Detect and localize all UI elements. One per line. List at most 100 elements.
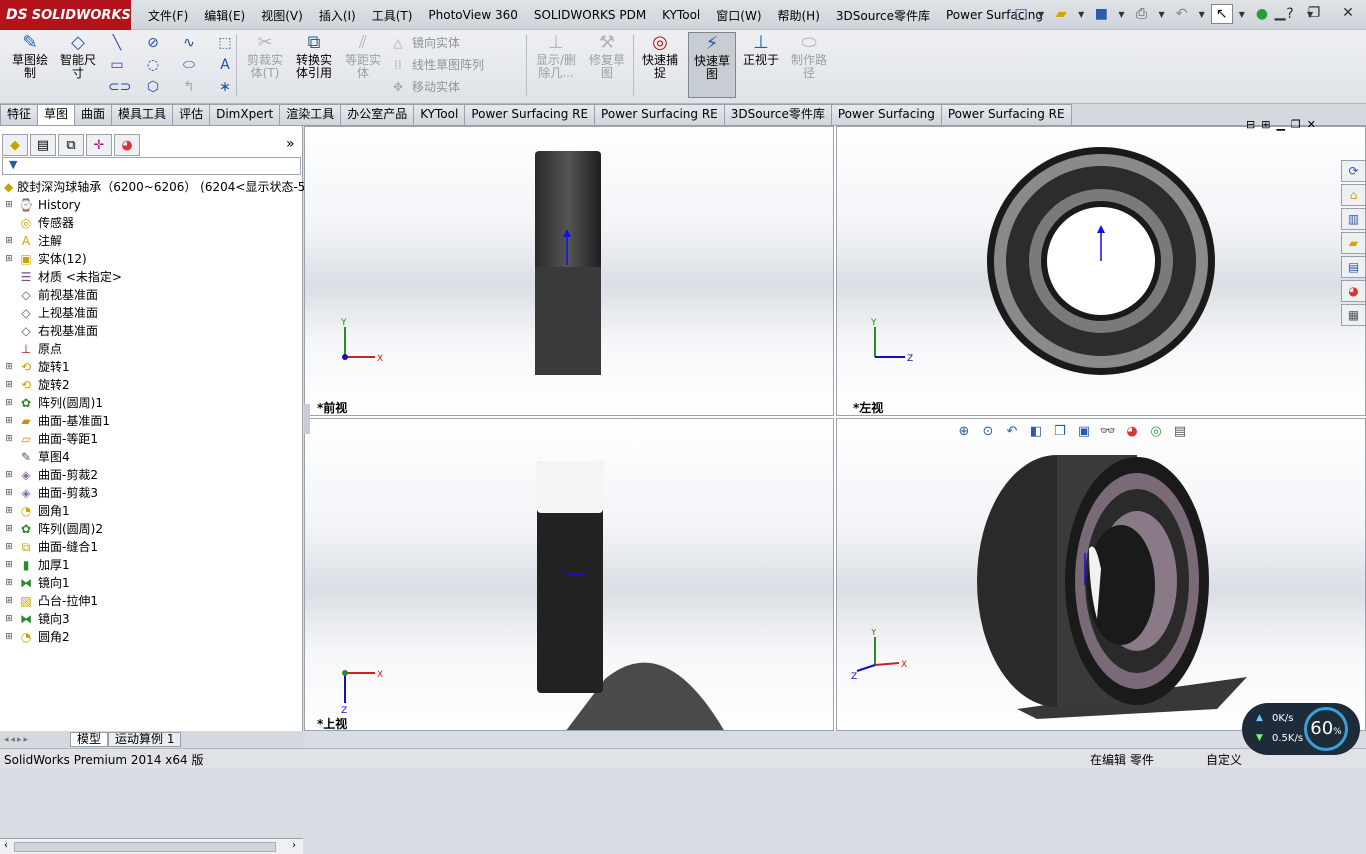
tab-motion-study[interactable]: 运动算例 1 <box>108 732 182 747</box>
expand-icon[interactable]: ⊞ <box>4 592 14 610</box>
menu-window[interactable]: 窗口(W) <box>708 7 769 24</box>
make-path-button[interactable]: ⬭ 制作路径 <box>787 32 831 98</box>
tree-item[interactable]: ⊞ ⌚ History <box>0 196 303 214</box>
line-icon[interactable]: ╲ <box>108 34 126 52</box>
feature-manager-tab-icon[interactable]: ◆ <box>2 134 28 156</box>
tab-power-surfacing-re-1[interactable]: Power Surfacing RE <box>464 104 596 125</box>
tree-item[interactable]: ⊞ ⧉ 曲面-缝合1 <box>0 538 303 556</box>
move-entities-button[interactable]: ✥ 移动实体 <box>390 78 460 95</box>
tile-horizontal-icon[interactable]: ⊟ <box>1246 118 1255 131</box>
chevron-down-icon[interactable]: ▼ <box>1038 10 1044 19</box>
scroll-thumb[interactable] <box>14 842 276 852</box>
solidworks-logo[interactable]: DS SOLIDWORKS <box>0 0 131 30</box>
tab-office-products[interactable]: 办公室产品 <box>340 104 415 125</box>
tree-item[interactable]: ⊞ ◈ 曲面-剪裁3 <box>0 484 303 502</box>
rapid-sketch-button[interactable]: ⚡ 快速草图 <box>688 32 736 98</box>
tree-item[interactable]: ⊥ 原点 <box>0 340 303 358</box>
zoom-to-fit-icon[interactable]: ⊕ <box>955 423 973 441</box>
network-speed-widget[interactable]: ▲ 0K/s ▼ 0.5K/s 60% <box>1242 703 1360 755</box>
plane-sketch-icon[interactable]: ∗ <box>216 78 234 96</box>
tree-item[interactable]: ⊞ ⧓ 镜向1 <box>0 574 303 592</box>
dimxpert-manager-tab-icon[interactable]: ✛ <box>86 134 112 156</box>
view-orientation-icon[interactable]: ❒ <box>1051 423 1069 441</box>
tab-3dsource[interactable]: 3DSource零件库 <box>723 104 832 125</box>
property-manager-tab-icon[interactable]: ▤ <box>30 134 56 156</box>
file-explorer-icon[interactable]: ▰ <box>1341 232 1366 254</box>
ellipse-icon[interactable]: ⬭ <box>180 56 198 74</box>
sketch-button[interactable]: ✎ 草图绘制 <box>8 32 52 98</box>
tab-sketch[interactable]: 草图 <box>37 104 76 125</box>
solidworks-resources-icon[interactable]: ⟳ <box>1341 160 1366 182</box>
pane-splitter-handle[interactable] <box>304 404 310 434</box>
menu-photoview[interactable]: PhotoView 360 <box>420 8 525 22</box>
menu-file[interactable]: 文件(F) <box>140 7 196 24</box>
tree-item[interactable]: ◇ 右视基准面 <box>0 322 303 340</box>
select-pointer-icon[interactable]: ↖ <box>1210 4 1233 24</box>
viewport-front[interactable]: Y X *前视 <box>304 126 834 416</box>
smart-dimension-button[interactable]: ◇ 智能尺寸 <box>56 32 100 98</box>
tab-model[interactable]: 模型 <box>70 732 109 747</box>
menu-pdm[interactable]: SOLIDWORKS PDM <box>526 8 654 22</box>
view-palette-icon[interactable]: ▤ <box>1341 256 1366 278</box>
menu-tools[interactable]: 工具(T) <box>364 7 421 24</box>
minimize-icon[interactable]: ▁ <box>1276 118 1284 131</box>
tab-mold-tools[interactable]: 模具工具 <box>111 104 174 125</box>
tree-item[interactable]: ◇ 上视基准面 <box>0 304 303 322</box>
tree-item[interactable]: ⊞ ⧓ 镜向3 <box>0 610 303 628</box>
quick-snaps-button[interactable]: ◎ 快速捕捉 <box>638 32 682 98</box>
tab-scroll-arrows-icon[interactable]: ◂◂▸▸ <box>0 735 70 745</box>
circle-icon[interactable]: ⊘ <box>144 34 162 52</box>
tab-power-surfacing-re-3[interactable]: Power Surfacing RE <box>940 104 1072 125</box>
polygon-icon[interactable]: ⬡ <box>144 78 162 96</box>
rectangle-icon[interactable]: ▭ <box>108 56 126 74</box>
menu-insert[interactable]: 插入(I) <box>311 7 364 24</box>
chevron-down-icon[interactable]: ▼ <box>1078 10 1084 19</box>
status-units[interactable]: 自定义 <box>1206 751 1242 768</box>
fillet-sketch-icon[interactable]: ↰ <box>180 78 198 96</box>
expand-icon[interactable]: ⊞ <box>4 358 14 376</box>
tree-item[interactable]: ◎ 传感器 <box>0 214 303 232</box>
configuration-manager-tab-icon[interactable]: ⧉ <box>58 134 84 156</box>
tab-power-surfacing-re-2[interactable]: Power Surfacing RE <box>594 104 725 125</box>
zoom-to-area-icon[interactable]: ⊙ <box>979 423 997 441</box>
hide-show-items-icon[interactable]: 👓 <box>1099 423 1117 441</box>
expand-icon[interactable]: ⊞ <box>4 394 14 412</box>
expand-icon[interactable]: ⊞ <box>4 610 14 628</box>
chevron-down-icon[interactable]: ▼ <box>1158 10 1164 19</box>
trim-entities-button[interactable]: ✂ 剪裁实体(T) <box>243 32 287 98</box>
restore-icon[interactable]: ❐ <box>1291 118 1301 131</box>
expand-icon[interactable]: ⊞ <box>4 538 14 556</box>
tab-kytool[interactable]: KYTool <box>413 104 466 125</box>
chevron-down-icon[interactable]: ▼ <box>1199 10 1205 19</box>
new-document-icon[interactable]: □ <box>1010 4 1032 24</box>
tab-render-tools[interactable]: 渲染工具 <box>279 104 342 125</box>
point-icon[interactable]: ⬚ <box>216 34 234 52</box>
tab-features[interactable]: 特征 <box>0 104 39 125</box>
close-icon[interactable]: ✕ <box>1334 4 1362 22</box>
menu-3dsource[interactable]: 3DSource零件库 <box>828 7 938 24</box>
tree-item[interactable]: ⊞ A 注解 <box>0 232 303 250</box>
expand-icon[interactable]: ⊞ <box>4 484 14 502</box>
expand-panel-icon[interactable]: » <box>286 136 295 152</box>
chevron-down-icon[interactable]: ▼ <box>1118 10 1124 19</box>
tab-dimxpert[interactable]: DimXpert <box>209 104 281 125</box>
expand-icon[interactable]: ⊞ <box>4 376 14 394</box>
tree-filter-icon[interactable]: ▼ <box>2 157 301 175</box>
linear-pattern-button[interactable]: ⁞⁞ 线性草图阵列 <box>390 56 484 73</box>
expand-icon[interactable]: ⊞ <box>4 412 14 430</box>
tree-item[interactable]: ⊞ ▱ 曲面-等距1 <box>0 430 303 448</box>
close-icon[interactable]: ✕ <box>1307 118 1316 131</box>
menu-edit[interactable]: 编辑(E) <box>196 7 253 24</box>
tree-item[interactable]: ☰ 材质 <未指定> <box>0 268 303 286</box>
normal-to-button[interactable]: ⊥ 正视于 <box>739 32 783 98</box>
tree-item[interactable]: ⊞ ▧ 凸台-拉伸1 <box>0 592 303 610</box>
tab-surfaces[interactable]: 曲面 <box>74 104 113 125</box>
tree-item[interactable]: ⊞ ◔ 圆角1 <box>0 502 303 520</box>
display-delete-relations-button[interactable]: ⊥ 显示/删除几... <box>532 32 580 98</box>
display-manager-tab-icon[interactable]: ◕ <box>114 134 140 156</box>
chevron-down-icon[interactable]: ▼ <box>1239 10 1245 19</box>
tree-item[interactable]: ⊞ ◈ 曲面-剪裁2 <box>0 466 303 484</box>
mirror-entities-button[interactable]: △ 镜向实体 <box>390 34 460 51</box>
tile-vertical-icon[interactable]: ⊞ <box>1261 118 1270 131</box>
spline-icon[interactable]: ∿ <box>180 34 198 52</box>
